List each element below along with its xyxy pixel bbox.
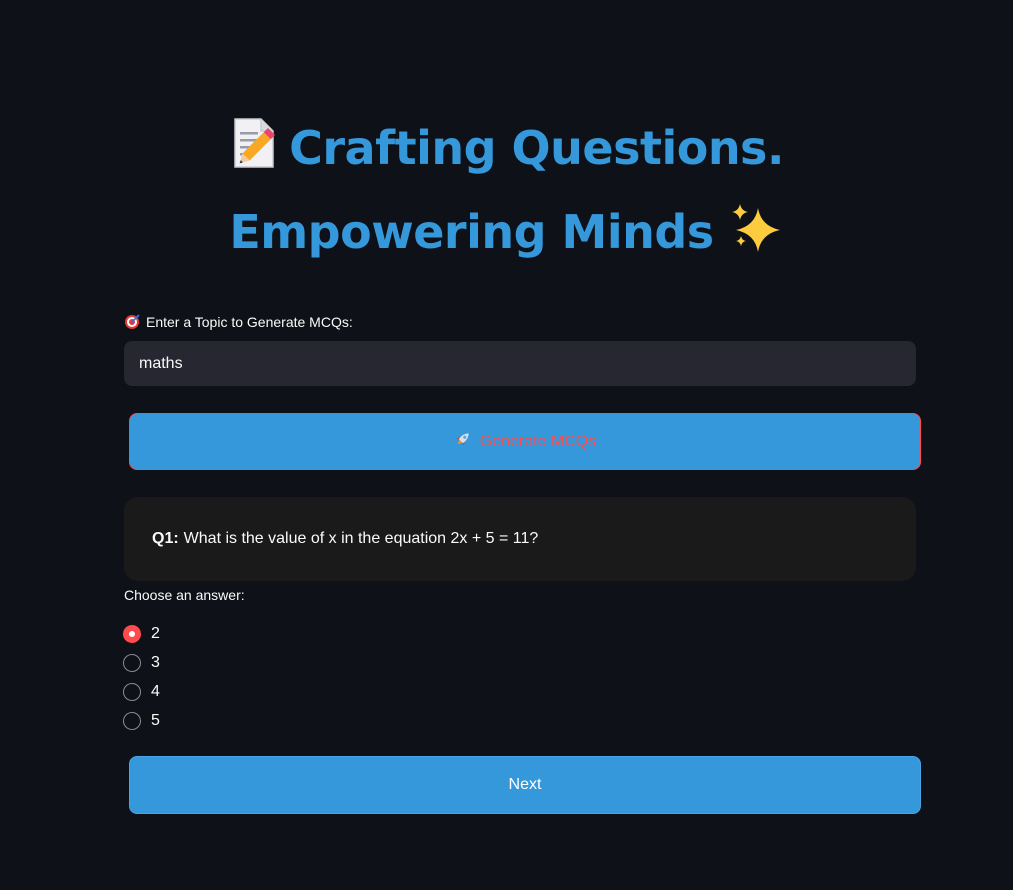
rocket-icon [454, 430, 472, 453]
title-line-2: Empowering Minds [0, 202, 1013, 265]
memo-icon [229, 116, 281, 181]
topic-label-text: Enter a Topic to Generate MCQs: [146, 314, 353, 330]
answer-option[interactable]: 4 [123, 677, 160, 706]
question-text: What is the value of x in the equation 2… [183, 530, 539, 547]
answer-option-label: 2 [151, 624, 160, 642]
radio-unselected-icon[interactable] [123, 682, 141, 701]
generate-mcqs-button[interactable]: Generate MCQs [129, 413, 921, 470]
radio-unselected-icon[interactable] [123, 653, 141, 672]
question-card: Q1: What is the value of x in the equati… [124, 497, 916, 581]
title-text-2: Empowering Minds [229, 205, 714, 259]
target-icon [124, 314, 140, 330]
radio-selected-icon[interactable] [123, 624, 141, 643]
radio-unselected-icon[interactable] [123, 711, 141, 730]
answer-group-label: Choose an answer: [124, 587, 245, 603]
answer-radio-group: 2 3 4 5 [123, 619, 160, 735]
sparkles-icon [728, 202, 784, 265]
topic-input[interactable] [124, 341, 916, 386]
answer-option[interactable]: 2 [123, 619, 160, 648]
generate-button-label: Generate MCQs [479, 432, 597, 450]
answer-option[interactable]: 5 [123, 706, 160, 735]
answer-option-label: 4 [151, 682, 160, 700]
next-button-label: Next [508, 776, 542, 793]
next-button[interactable]: Next [129, 756, 921, 814]
question-number: Q1: [152, 530, 179, 547]
title-line-1: Crafting Questions. [0, 116, 1013, 181]
title-text-1: Crafting Questions. [289, 121, 784, 175]
answer-option[interactable]: 3 [123, 648, 160, 677]
topic-input-label: Enter a Topic to Generate MCQs: [124, 314, 353, 330]
app-page: Crafting Questions. Empowering Minds Ent… [0, 0, 1013, 890]
answer-option-label: 5 [151, 711, 160, 729]
answer-option-label: 3 [151, 653, 160, 671]
